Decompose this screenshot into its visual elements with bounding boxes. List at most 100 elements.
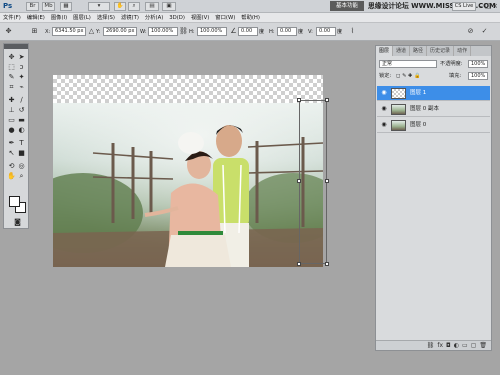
link-layers-icon[interactable]: ⛓ <box>427 341 435 350</box>
layer-row-layer-0[interactable]: ◉ 图层 0 <box>377 118 490 133</box>
visibility-eye-icon[interactable]: ◉ <box>380 121 388 129</box>
photo-illustration <box>53 103 323 267</box>
hand-icon[interactable]: ✋ <box>114 2 126 11</box>
y-position-input[interactable]: 2690.00 px <box>103 27 137 36</box>
relative-position-icon[interactable]: △ <box>87 27 96 36</box>
move-tool-icon[interactable]: ✥ <box>7 53 16 61</box>
layer-row-layer-0-copy[interactable]: ◉ 图层 0 副本 <box>377 102 490 117</box>
menu-file[interactable]: 文件(F) <box>0 13 24 22</box>
hskew-input[interactable]: 0.00 <box>277 27 297 36</box>
vskew-input[interactable]: 0.00 <box>316 27 336 36</box>
clone-stamp-icon[interactable]: ⊥ <box>7 106 16 114</box>
zoom-level-icon[interactable]: ▾ <box>88 2 110 11</box>
title-bar: Ps Br Mb ▦ ▾ ✋ ⌕ ▤ ▣ 基本功能 思缘设计论坛 WWW.MIS… <box>0 0 500 13</box>
foreground-color-swatch[interactable] <box>9 196 20 207</box>
3d-rotate-icon[interactable]: ⟲ <box>7 162 16 170</box>
delete-layer-icon[interactable]: 🗑 <box>479 341 487 350</box>
x-position-input[interactable]: 6341.50 px <box>52 27 86 36</box>
lock-icons[interactable]: ◻ ✎ ✚ 🔒 <box>396 72 420 80</box>
commit-transform-icon[interactable]: ✓ <box>480 27 489 36</box>
transform-handle-bottom-right[interactable] <box>325 262 329 266</box>
height-input[interactable]: 100.00% <box>197 27 227 36</box>
eyedropper-icon[interactable]: ⌁ <box>17 83 26 91</box>
transform-handle-top-right[interactable] <box>325 98 329 102</box>
menu-image[interactable]: 图像(I) <box>48 13 70 22</box>
close-icon[interactable]: × <box>492 2 498 10</box>
brush-tool-icon[interactable]: ∕ <box>17 96 26 104</box>
new-group-icon[interactable]: ▭ <box>462 341 468 350</box>
opacity-input[interactable]: 100% <box>468 60 488 68</box>
view-extras-icon[interactable]: ▦ <box>60 2 72 11</box>
adjustment-layer-icon[interactable]: ◐ <box>454 341 459 350</box>
fill-input[interactable]: 100% <box>468 72 488 80</box>
menu-edit[interactable]: 编辑(E) <box>24 13 48 22</box>
lasso-tool-icon[interactable]: ↄ <box>17 63 26 71</box>
menu-window[interactable]: 窗口(W) <box>212 13 238 22</box>
gradient-tool-icon[interactable]: ▬ <box>17 116 26 124</box>
width-input[interactable]: 100.00% <box>148 27 178 36</box>
layer-mask-icon[interactable]: ◘ <box>446 341 451 350</box>
workspace-essentials-button[interactable]: 基本功能 <box>330 1 364 11</box>
eraser-tool-icon[interactable]: ▭ <box>7 116 16 124</box>
menu-view[interactable]: 视图(V) <box>188 13 212 22</box>
cs-live-button[interactable]: CS Live <box>452 2 476 11</box>
menu-help[interactable]: 帮助(H) <box>238 13 263 22</box>
menu-filter[interactable]: 滤镜(T) <box>118 13 142 22</box>
3d-camera-icon[interactable]: ◎ <box>17 162 26 170</box>
arrow-icon[interactable]: ➤ <box>17 53 26 61</box>
visibility-eye-icon[interactable]: ◉ <box>380 105 388 113</box>
vskew-label: V: <box>308 29 313 35</box>
zoom-tool-icon[interactable]: ⌕ <box>17 172 26 180</box>
rotate-input[interactable]: 0.00 <box>238 27 258 36</box>
move-tool-preset-icon[interactable]: ✥ <box>4 27 13 36</box>
tab-history[interactable]: 历史记录 <box>427 46 455 56</box>
blend-mode-select[interactable]: 正常 <box>379 60 437 68</box>
magic-wand-icon[interactable]: ✦ <box>17 73 26 81</box>
layer-row-layer-1[interactable]: ◉ 图层 1 <box>377 86 490 101</box>
menu-select[interactable]: 选择(S) <box>94 13 118 22</box>
dodge-tool-icon[interactable]: ◐ <box>17 126 26 134</box>
pen-tool-icon[interactable]: ✒ <box>7 139 16 147</box>
tab-actions[interactable]: 动作 <box>454 46 472 56</box>
menu-3d[interactable]: 3D(D) <box>166 13 188 22</box>
opacity-label: 不透明度: <box>440 61 463 67</box>
transform-bounding-box[interactable] <box>297 98 329 266</box>
arrange-documents-icon[interactable]: ▤ <box>145 2 159 11</box>
bridge-icon[interactable]: Br <box>26 2 39 11</box>
layer-style-icon[interactable]: fx <box>437 341 443 350</box>
tools-panel-header[interactable] <box>4 44 28 49</box>
reference-point-icon[interactable]: ⊞ <box>30 27 39 36</box>
type-tool-icon[interactable]: T <box>17 139 26 147</box>
blur-tool-icon[interactable]: ● <box>7 126 16 134</box>
mini-bridge-icon[interactable]: Mb <box>42 2 55 11</box>
shape-tool-icon[interactable]: ■ <box>17 149 26 157</box>
document-canvas[interactable] <box>53 75 329 267</box>
menu-layer[interactable]: 图层(L) <box>70 13 94 22</box>
tab-channels[interactable]: 通道 <box>393 46 411 56</box>
transform-handle-middle-right[interactable] <box>325 179 329 183</box>
hand-tool-icon[interactable]: ✋ <box>7 172 16 180</box>
rotate-icon: ∠ <box>230 27 237 35</box>
visibility-eye-icon[interactable]: ◉ <box>380 89 388 97</box>
transform-handle-middle-left[interactable] <box>297 179 301 183</box>
zoom-icon[interactable]: ⌕ <box>128 2 140 11</box>
history-brush-icon[interactable]: ↺ <box>17 106 26 114</box>
path-selection-icon[interactable]: ↖ <box>7 149 16 157</box>
link-icon[interactable]: ⛓ <box>179 27 188 36</box>
transform-handle-top-left[interactable] <box>297 98 301 102</box>
transform-handle-bottom-left[interactable] <box>297 262 301 266</box>
maximize-icon[interactable]: □ <box>485 2 492 10</box>
cancel-transform-icon[interactable]: ⊘ <box>466 27 475 36</box>
marquee-tool-icon[interactable]: ⬚ <box>7 63 16 71</box>
menu-analysis[interactable]: 分析(A) <box>142 13 166 22</box>
quick-selection-icon[interactable]: ✎ <box>7 73 16 81</box>
quick-mask-icon[interactable]: ◙ <box>13 218 22 226</box>
new-layer-icon[interactable]: ▢ <box>471 341 477 350</box>
tab-paths[interactable]: 路径 <box>410 46 428 56</box>
healing-brush-icon[interactable]: ✚ <box>7 96 16 104</box>
warp-mode-icon[interactable]: ⌇ <box>348 27 357 36</box>
screen-mode-icon[interactable]: ▣ <box>162 2 176 11</box>
tab-layers[interactable]: 图层 <box>376 46 394 56</box>
minimize-icon[interactable]: – <box>478 2 484 10</box>
crop-tool-icon[interactable]: ⌗ <box>7 83 16 91</box>
